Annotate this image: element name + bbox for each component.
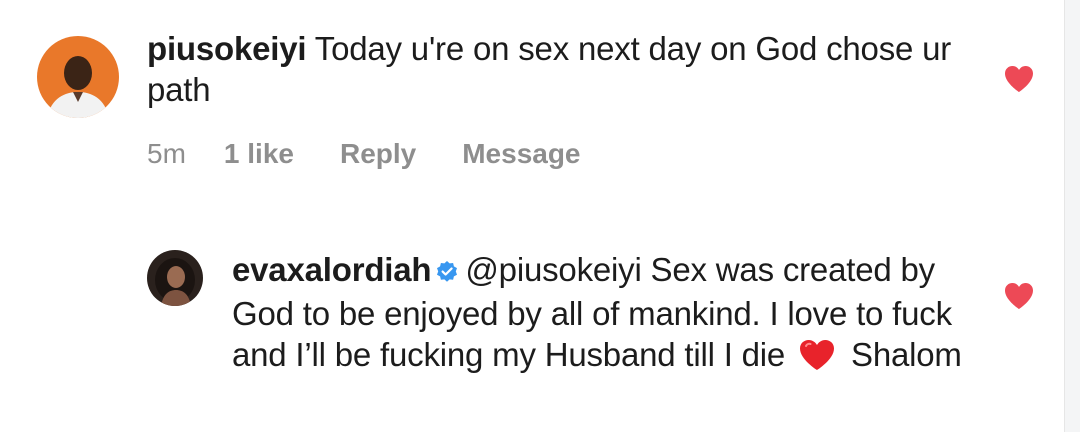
message-button[interactable]: Message (462, 138, 580, 170)
comment-thread: piusokeiyi Today u're on sex next day on… (0, 0, 1065, 432)
reply-button[interactable]: Reply (340, 138, 416, 170)
red-heart-emoji-icon (798, 338, 836, 381)
replier-avatar[interactable] (147, 250, 203, 306)
reply-body: evaxalordiah @piusokeiyi Sex was created … (232, 249, 972, 381)
comment-username[interactable]: piusokeiyi (147, 30, 307, 67)
heart-icon[interactable] (1003, 64, 1035, 94)
commenter-avatar[interactable] (37, 36, 119, 118)
heart-icon[interactable] (1003, 281, 1035, 311)
comment-meta: 5m 1 like Reply Message (147, 138, 581, 170)
verified-badge-icon (435, 252, 459, 293)
comment-body: piusokeiyi Today u're on sex next day on… (147, 28, 967, 110)
reply-mention[interactable]: @piusokeiyi (465, 251, 641, 288)
reply-username[interactable]: evaxalordiah (232, 251, 432, 288)
comment-like-count[interactable]: 1 like (224, 138, 294, 170)
reply-closing: Shalom (842, 336, 962, 373)
comment-timestamp[interactable]: 5m (147, 138, 186, 170)
